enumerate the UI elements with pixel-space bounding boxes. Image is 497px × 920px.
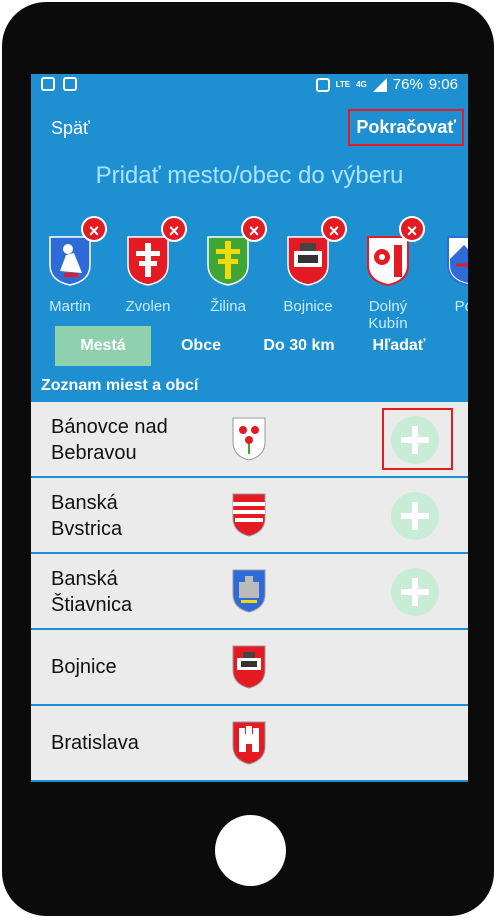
alarm-icon xyxy=(315,77,330,92)
app-screen: LTE 4G 76% 9:06 Späť Pokračovať Pridať m… xyxy=(31,74,468,782)
banovce-crest-icon xyxy=(232,417,266,461)
page-title: Pridať mesto/obec do výberu xyxy=(95,162,404,189)
tab-hladat[interactable]: Hľadať xyxy=(357,326,441,366)
remove-bojnice-button[interactable]: × xyxy=(321,216,347,242)
continue-button[interactable]: Pokračovať xyxy=(348,109,464,146)
zvolen-crest-icon xyxy=(127,236,169,286)
clock: 9:06 xyxy=(428,76,458,93)
selected-town-label: Zvolen xyxy=(125,298,171,315)
signal-icon xyxy=(372,77,387,92)
tab-mesta[interactable]: Mestá xyxy=(55,326,151,366)
list-header: Zoznam miest a obcí xyxy=(31,370,468,402)
top-bar: Späť Pokračovať xyxy=(31,98,468,158)
back-button[interactable]: Späť xyxy=(51,118,90,139)
list-item[interactable]: Bánovce nad Bebravou xyxy=(31,402,468,478)
notification-icon xyxy=(63,77,77,91)
bratislava-crest-icon xyxy=(232,721,266,765)
home-button[interactable] xyxy=(215,815,286,886)
remove-zilina-button[interactable]: × xyxy=(241,216,267,242)
banska-bystrica-crest-icon xyxy=(232,493,266,537)
selected-town-bojnice[interactable]: Bojnice × xyxy=(271,216,347,315)
town-name: Banská Bvstrica xyxy=(51,492,123,540)
add-town-button[interactable] xyxy=(391,492,439,540)
tab-bar: Mestá Obce Do 30 km Hľadať xyxy=(31,326,468,366)
selected-town-label: Žilina xyxy=(210,298,246,315)
banska-stiavnica-crest-icon xyxy=(232,569,266,613)
battery-level: 76% xyxy=(392,76,423,93)
remove-dolny-kubin-button[interactable]: × xyxy=(399,216,425,242)
network-indicator: 4G xyxy=(356,79,367,89)
selected-towns-strip: Martin × Zvolen × Žilina × Bojnice × Dol… xyxy=(31,216,468,332)
bojnice-crest-icon xyxy=(287,236,329,286)
add-town-button[interactable] xyxy=(391,568,439,616)
remove-martin-button[interactable]: × xyxy=(81,216,107,242)
volte-indicator: LTE xyxy=(335,79,351,89)
bojnice-crest-icon xyxy=(232,645,266,689)
highlight-box xyxy=(382,408,453,470)
status-bar: LTE 4G 76% 9:06 xyxy=(31,74,468,98)
martin-crest-icon xyxy=(49,236,91,286)
list-item[interactable]: Bratislava xyxy=(31,706,468,782)
town-name: Bratislava xyxy=(51,732,139,754)
selected-town-label: Bojnice xyxy=(283,298,333,315)
list-item[interactable]: Banská Bvstrica xyxy=(31,478,468,554)
tab-obce[interactable]: Obce xyxy=(163,326,239,366)
selected-town-poprad[interactable]: Pop xyxy=(431,224,468,315)
zilina-crest-icon xyxy=(207,236,249,286)
list-item[interactable]: Bojnice xyxy=(31,630,468,706)
remove-zvolen-button[interactable]: × xyxy=(161,216,187,242)
selected-town-label: Martin xyxy=(49,298,91,315)
dolny-kubin-crest-icon xyxy=(367,236,409,287)
selected-town-martin[interactable]: Martin × xyxy=(33,216,107,315)
selected-town-label: Pop xyxy=(454,298,468,315)
selected-town-dolny-kubin[interactable]: Dolný Kubín × xyxy=(351,216,425,332)
town-list: Zoznam miest a obcí Bánovce nad Bebravou xyxy=(31,370,468,782)
list-item[interactable]: Banská Štiavnica xyxy=(31,554,468,630)
town-name: Bánovce nad Bebravou xyxy=(51,416,168,464)
town-name: Bojnice xyxy=(51,656,117,678)
selected-town-zilina[interactable]: Žilina × xyxy=(191,216,267,315)
poprad-crest-icon xyxy=(447,236,468,287)
messenger-icon xyxy=(41,77,55,91)
phone-frame: LTE 4G 76% 9:06 Späť Pokračovať Pridať m… xyxy=(2,2,494,916)
selected-town-zvolen[interactable]: Zvolen × xyxy=(111,216,187,315)
tab-do-30-km[interactable]: Do 30 km xyxy=(247,326,351,366)
town-name: Banská Štiavnica xyxy=(51,568,133,616)
